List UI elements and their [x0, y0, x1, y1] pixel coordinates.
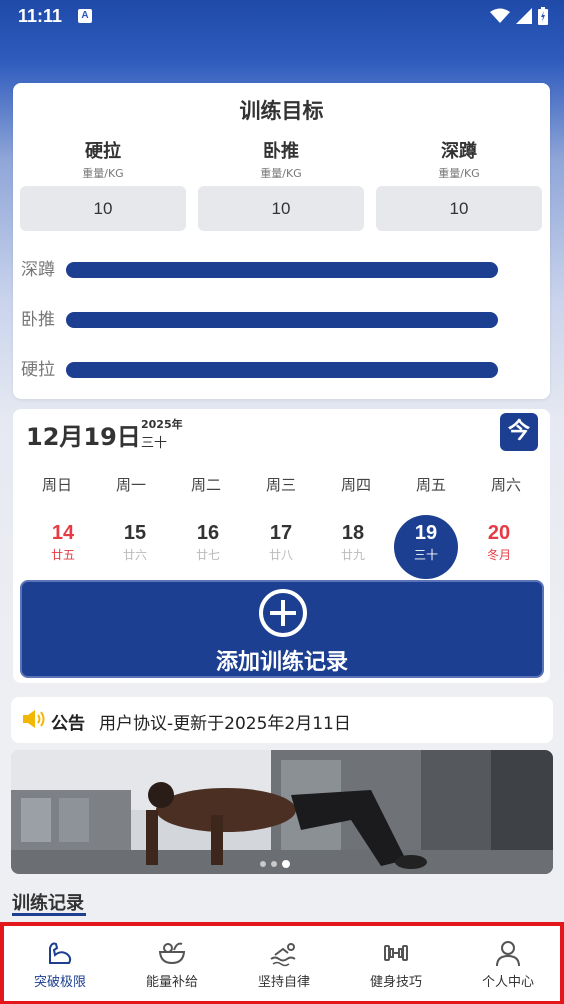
notice-text[interactable]: 用户协议-更新于2025年2月11日 [99, 709, 351, 734]
day-number: 20 [487, 522, 511, 544]
tab-label: 能量补给 [145, 975, 198, 990]
lift-unit: 重量/KG [260, 167, 302, 180]
lift-name: 卧推 [263, 141, 299, 162]
tab-discipline[interactable]: 坚持自律 [228, 932, 340, 998]
day-lunar: 廿五 [50, 548, 75, 562]
today-button[interactable]: 今 [500, 413, 538, 451]
deadlift-weight-input[interactable]: 10 [20, 186, 186, 231]
arm-icon [49, 942, 72, 964]
tab-label: 健身技巧 [369, 975, 422, 990]
status-icons [490, 6, 548, 26]
carousel-dot-active[interactable] [282, 860, 290, 868]
day-cell[interactable]: 15 廿六 [103, 515, 167, 579]
weekday-label: 周二 [190, 476, 221, 494]
carousel-dot[interactable] [271, 861, 277, 867]
day-lunar: 廿九 [340, 548, 365, 562]
day-number: 18 [341, 522, 365, 544]
progress-bar [66, 262, 498, 278]
lift-squat: 深蹲 重量/KG [376, 137, 542, 181]
training-records-title: 训练记录 [12, 893, 84, 914]
progress-bar [66, 362, 498, 378]
lift-unit: 重量/KG [438, 167, 480, 180]
weekday-label: 周三 [265, 476, 296, 494]
lift-unit: 重量/KG [82, 167, 124, 180]
tab-label: 突破极限 [33, 975, 86, 990]
weekday-label: 周五 [415, 476, 446, 494]
lift-bench: 卧推 重量/KG [198, 137, 364, 181]
goal-title: 训练目标 [239, 99, 324, 123]
day-cell[interactable]: 20 冬月 [467, 515, 531, 579]
speaker-icon [23, 710, 45, 728]
tab-nutrition[interactable]: 能量补给 [116, 932, 228, 998]
swimmer-icon [270, 943, 296, 967]
battery-icon [538, 7, 548, 25]
day-number: 15 [123, 522, 147, 544]
day-lunar: 廿六 [122, 548, 147, 562]
day-cell[interactable]: 18 廿九 [321, 515, 385, 579]
calendar-year: 2025年 [141, 418, 183, 431]
day-number: 17 [269, 522, 293, 544]
day-lunar: 廿八 [268, 548, 293, 562]
tab-breakthrough[interactable]: 突破极限 [4, 932, 116, 998]
progress-row-deadlift: 硬拉 [21, 353, 541, 383]
signal-icon [516, 8, 532, 24]
add-training-record-button[interactable]: 添加训练记录 [20, 580, 544, 678]
day-number: 16 [196, 522, 220, 544]
status-time: 11:11 [18, 6, 63, 26]
calendar-date: 12月19日 [26, 423, 141, 451]
day-cell[interactable]: 14 廿五 [31, 515, 95, 579]
fitness-banner-image [11, 750, 553, 874]
weekday-label: 周一 [115, 476, 146, 494]
wifi-icon [490, 8, 510, 23]
squat-weight-input[interactable]: 10 [376, 186, 542, 231]
progress-bar [66, 312, 498, 328]
weekday-label: 周日 [41, 476, 72, 494]
bottom-tab-bar: 突破极限 能量补给 坚持自律 健身技巧 个人中心 [0, 922, 564, 1004]
tab-label: 个人中心 [481, 975, 534, 990]
notice-tag: 公告 [51, 714, 85, 734]
lift-name: 深蹲 [441, 141, 477, 162]
notification-a-icon: A [78, 9, 92, 23]
food-bowl-icon [158, 942, 186, 965]
carousel-dot[interactable] [260, 861, 266, 867]
calendar-lunar-date: 三十 [141, 436, 168, 451]
progress-row-squat: 深蹲 [21, 253, 541, 283]
bar-label: 深蹲 [21, 260, 55, 280]
training-goal-card: 训练目标 硬拉 重量/KG 卧推 重量/KG 深蹲 重量/KG 10 10 10… [13, 83, 550, 399]
weekday-label: 周六 [490, 476, 521, 494]
weekday-label: 周四 [340, 476, 371, 494]
tab-profile[interactable]: 个人中心 [452, 932, 564, 998]
banner-carousel[interactable] [11, 750, 553, 874]
day-cell[interactable]: 17 廿八 [249, 515, 313, 579]
bench-weight-input[interactable]: 10 [198, 186, 364, 231]
dumbbell-icon [384, 945, 408, 961]
carousel-dots [260, 860, 290, 868]
day-number: 19 [414, 522, 438, 544]
lift-name: 硬拉 [85, 141, 121, 162]
day-lunar: 三十 [413, 548, 438, 562]
day-lunar: 冬月 [486, 548, 511, 562]
status-bar: 11:11 A [0, 0, 564, 32]
tab-fitness-tips[interactable]: 健身技巧 [340, 932, 452, 998]
day-cell[interactable]: 19 三十 [394, 515, 458, 579]
plus-circle-icon [259, 589, 307, 637]
progress-row-bench: 卧推 [21, 303, 541, 333]
day-cell[interactable]: 16 廿七 [176, 515, 240, 579]
add-training-record-label: 添加训练记录 [215, 650, 348, 675]
title-underline [12, 913, 86, 916]
tab-label: 坚持自律 [257, 975, 310, 990]
notice-bar[interactable]: 公告 用户协议-更新于2025年2月11日 [11, 697, 553, 743]
day-lunar: 廿七 [195, 548, 220, 562]
calendar-card: 12月19日 2025年 三十 今 周日 周一 周二 周三 周四 周五 周六 1… [13, 409, 550, 683]
bar-label: 卧推 [21, 310, 55, 330]
day-number: 14 [51, 522, 75, 544]
lift-deadlift: 硬拉 重量/KG [20, 137, 186, 181]
person-icon [496, 941, 520, 967]
bar-label: 硬拉 [21, 360, 55, 380]
